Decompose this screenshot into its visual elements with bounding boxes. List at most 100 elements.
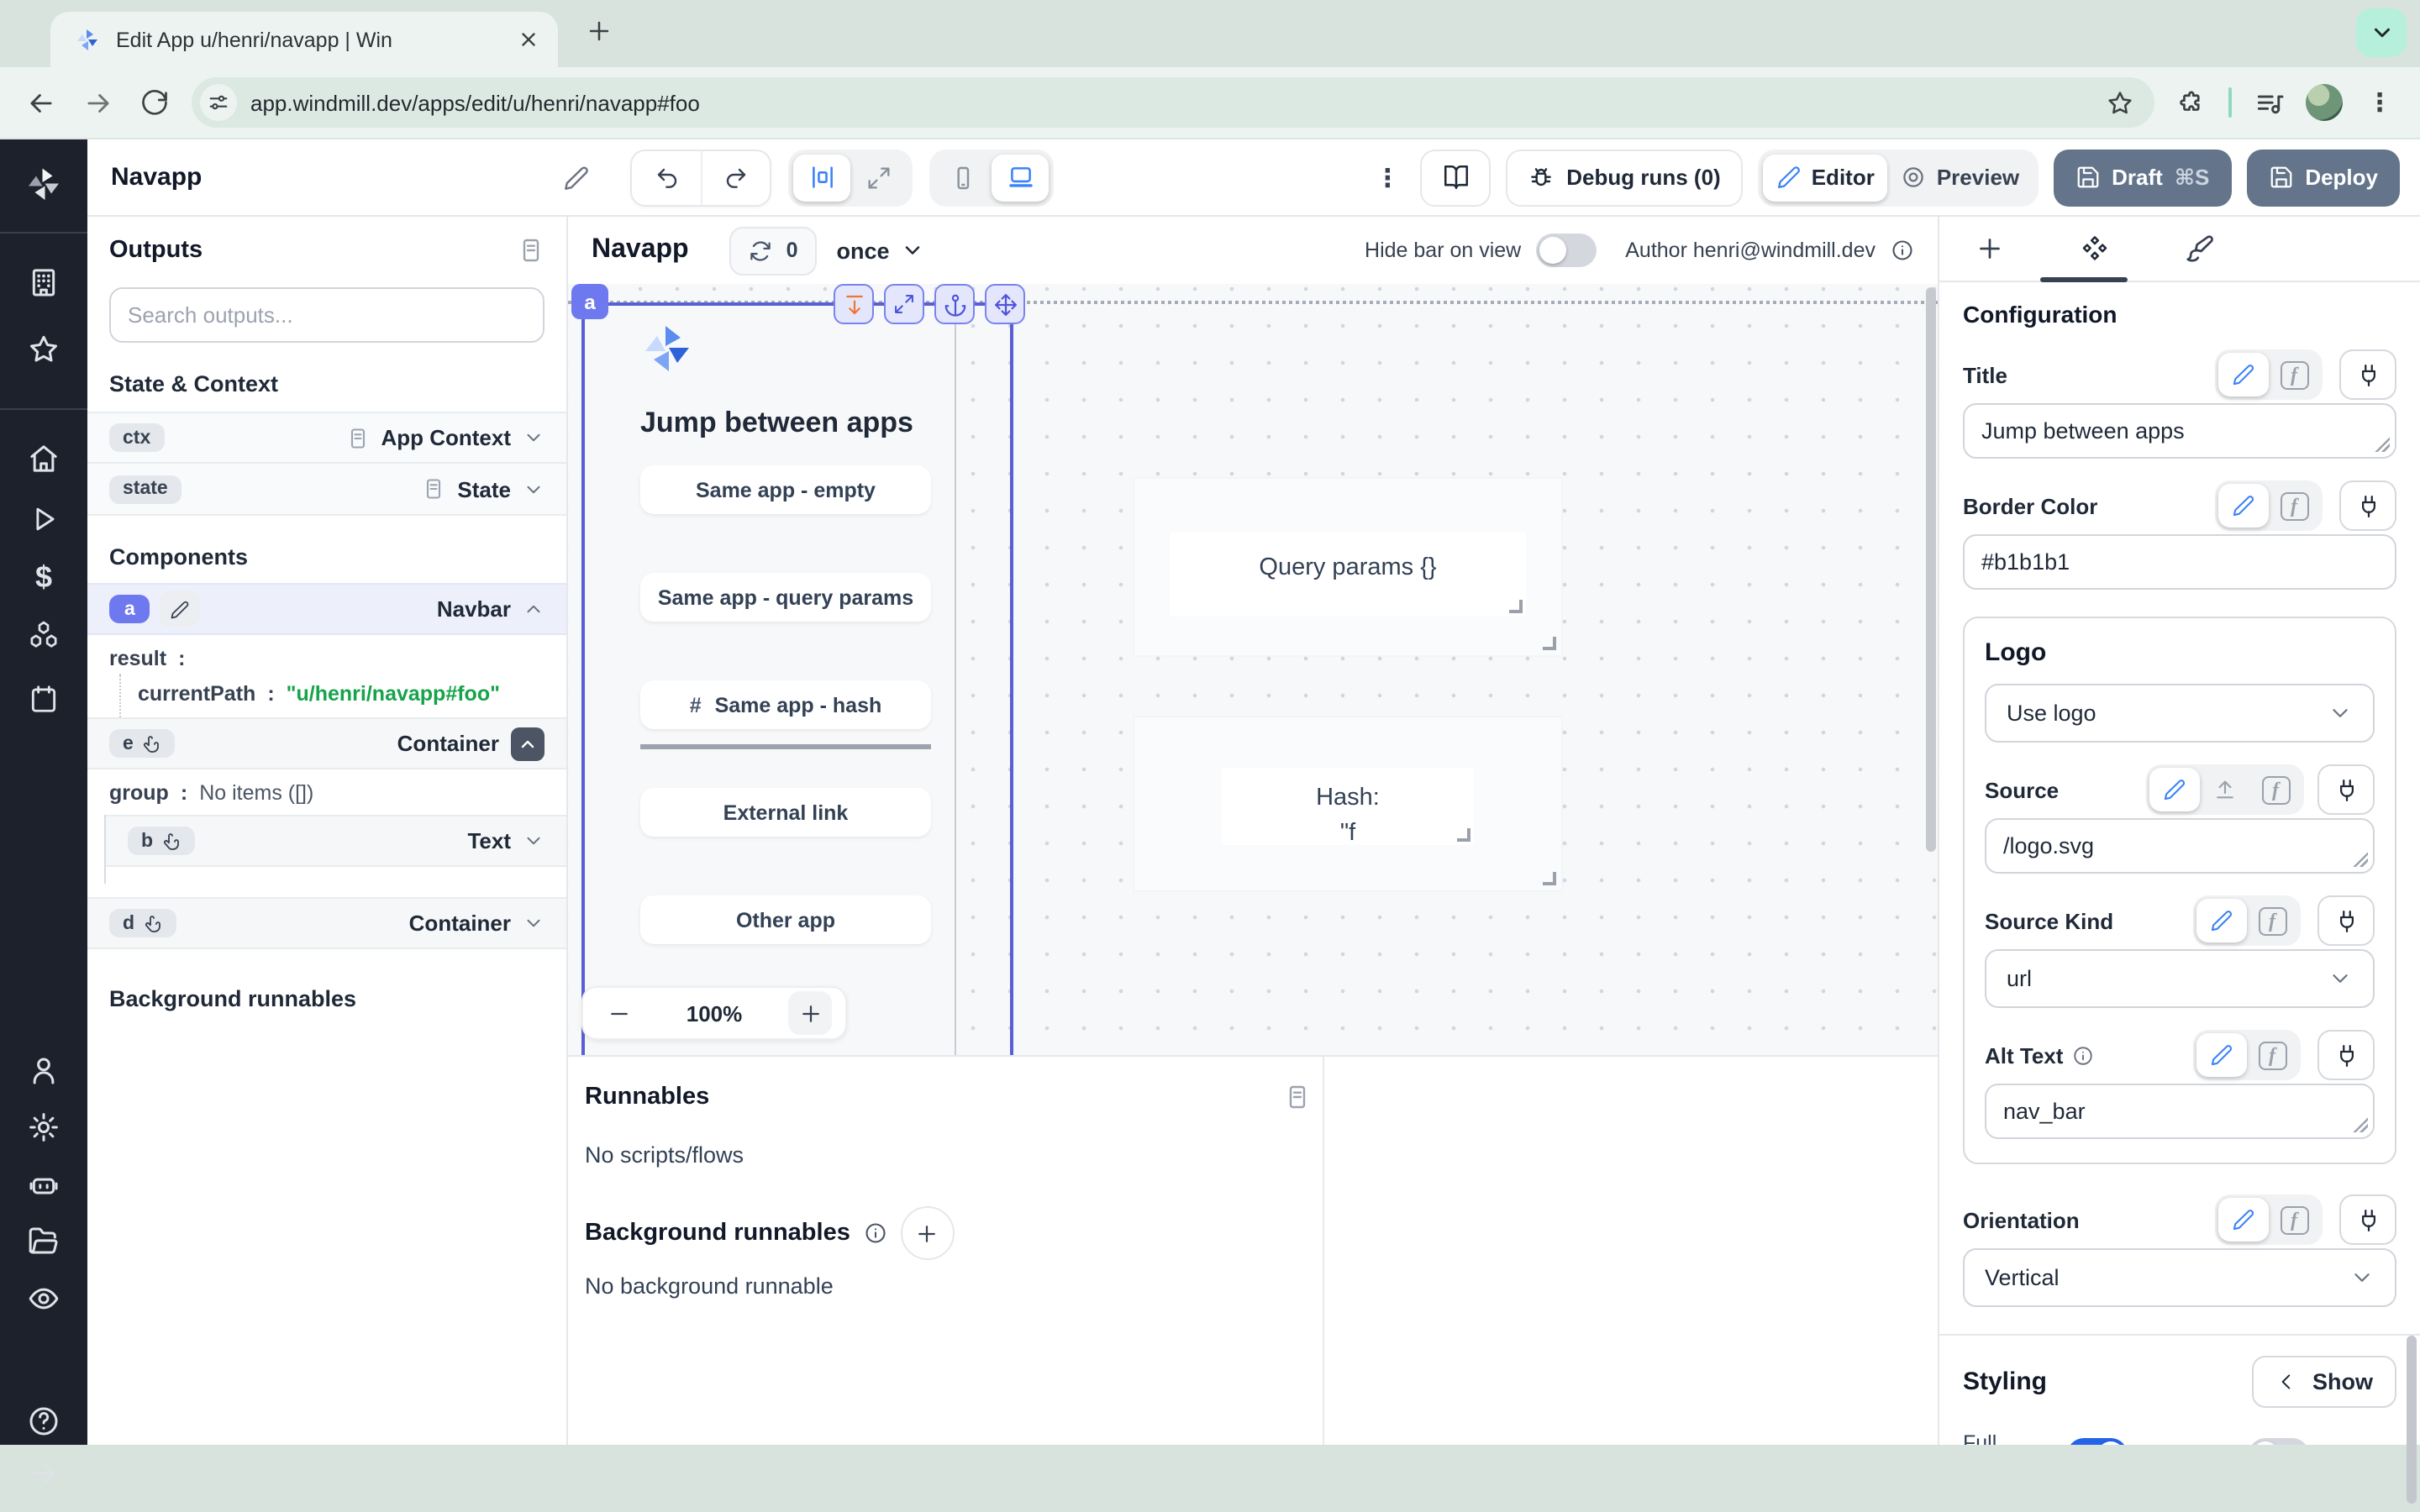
insert-component-tab[interactable] — [1975, 234, 2005, 264]
rail-workers-icon[interactable] — [27, 1168, 60, 1201]
preview-tab[interactable]: Preview — [1888, 154, 2033, 201]
rename-pencil-icon[interactable] — [563, 164, 590, 191]
docs-book-button[interactable] — [1420, 149, 1491, 206]
rail-runs-icon[interactable] — [28, 503, 60, 535]
nav-button-query-params[interactable]: Same app - query params — [640, 573, 931, 622]
ctx-row[interactable]: ctx App Context — [87, 412, 566, 464]
more-menu-icon[interactable]: ⋮ — [1375, 162, 1400, 192]
selected-component-badge[interactable]: a — [571, 284, 608, 319]
expression-mode-icon[interactable]: f — [2250, 768, 2301, 811]
desktop-view-button[interactable] — [992, 154, 1049, 201]
draft-button[interactable]: Draft ⌘S — [2053, 149, 2231, 206]
current-path-line[interactable]: currentPath : "u/henri/navapp#foo" — [119, 674, 566, 717]
resize-corner[interactable] — [1543, 637, 1556, 650]
rail-users-icon[interactable] — [27, 1053, 60, 1087]
chevron-down-icon[interactable] — [523, 478, 544, 500]
nav-button-hash[interactable]: # Same app - hash — [640, 680, 931, 729]
expression-mode-icon[interactable]: f — [2269, 1198, 2319, 1242]
full-height-toggle[interactable] — [2068, 1438, 2128, 1445]
rail-home-icon[interactable] — [27, 442, 60, 475]
window-chevron-button[interactable] — [2356, 8, 2407, 57]
mobile-toggle[interactable] — [2248, 1438, 2308, 1445]
source-input[interactable]: /logo.svg — [1985, 818, 2375, 874]
nav-button-external-link[interactable]: External link — [640, 788, 931, 837]
collapse-button[interactable] — [511, 727, 544, 760]
expression-mode-icon[interactable]: f — [2247, 899, 2297, 942]
back-icon[interactable] — [20, 82, 60, 123]
profile-avatar[interactable] — [2306, 84, 2343, 121]
media-playlist-icon[interactable] — [2249, 82, 2289, 123]
refresh-mode-dropdown[interactable]: once — [837, 238, 925, 263]
chevron-up-icon[interactable] — [523, 598, 544, 620]
connect-plug-button[interactable] — [2317, 764, 2375, 815]
group-line[interactable]: group : No items ([]) — [87, 769, 566, 815]
expression-mode-icon[interactable]: f — [2269, 484, 2319, 528]
rail-schedules-icon[interactable] — [28, 683, 60, 715]
expression-mode-icon[interactable]: f — [2247, 1033, 2297, 1077]
resize-corner[interactable] — [1457, 828, 1470, 842]
upload-mode-icon[interactable] — [2200, 768, 2250, 811]
tab-close-icon[interactable] — [514, 26, 541, 53]
anchor-icon[interactable] — [934, 284, 975, 324]
resize-corner[interactable] — [1509, 600, 1523, 613]
zoom-out-button[interactable] — [597, 991, 640, 1035]
connect-plug-button[interactable] — [2339, 349, 2396, 400]
border-color-input[interactable]: #b1b1b1 — [1963, 534, 2396, 590]
chevron-down-icon[interactable] — [523, 427, 544, 449]
rail-settings-icon[interactable] — [27, 1110, 60, 1144]
static-mode-pencil-icon[interactable] — [2218, 353, 2269, 396]
settings-scrollbar[interactable] — [2407, 1336, 2417, 1504]
extensions-icon[interactable] — [2171, 82, 2212, 123]
edit-id-pencil-icon[interactable] — [160, 591, 201, 627]
result-line[interactable]: result : — [87, 635, 566, 674]
static-mode-pencil-icon[interactable] — [2196, 1033, 2247, 1077]
rail-apps-icon[interactable] — [27, 265, 60, 299]
canvas-scrollbar[interactable] — [1926, 287, 1936, 852]
browser-tab[interactable]: Edit App u/henri/navapp | Win — [50, 12, 558, 67]
connect-plug-button[interactable] — [2317, 1030, 2375, 1080]
redo-button[interactable] — [701, 150, 770, 204]
navbar-component-preview[interactable]: Jump between apps Same app - empty Same … — [581, 302, 956, 1055]
fullscreen-layout-button[interactable] — [850, 154, 908, 201]
search-outputs-input[interactable] — [109, 287, 544, 343]
app-canvas[interactable]: Jump between apps Same app - empty Same … — [568, 284, 1938, 1055]
new-tab-button[interactable] — [585, 17, 613, 45]
chevron-down-icon[interactable] — [523, 830, 544, 852]
rail-collapse-icon[interactable] — [28, 1457, 60, 1489]
rail-variables-icon[interactable]: $ — [35, 560, 52, 596]
logo-select[interactable]: Use logo — [1985, 684, 2375, 743]
rail-folders-icon[interactable] — [27, 1225, 60, 1258]
component-settings-tab[interactable] — [2079, 233, 2111, 265]
show-styling-button[interactable]: Show — [2252, 1356, 2396, 1408]
chevron-down-icon[interactable] — [523, 912, 544, 934]
component-row-container-d[interactable]: d Container — [87, 897, 566, 949]
expand-component-icon[interactable] — [884, 284, 924, 324]
move-icon[interactable] — [985, 284, 1025, 324]
outputs-panel-icon[interactable] — [518, 237, 544, 264]
title-input[interactable]: Jump between apps — [1963, 403, 2396, 459]
zoom-in-button[interactable] — [788, 991, 832, 1035]
reload-icon[interactable] — [134, 82, 175, 123]
resize-corner[interactable] — [1543, 872, 1556, 885]
info-icon[interactable] — [1891, 239, 1914, 262]
address-bar[interactable]: app.windmill.dev/apps/edit/u/henri/navap… — [192, 77, 2154, 128]
hash-panel[interactable]: Hash: "f — [1134, 717, 1561, 890]
static-mode-pencil-icon[interactable] — [2149, 768, 2200, 811]
rail-favorites-icon[interactable] — [27, 333, 60, 366]
add-background-runnable-button[interactable] — [901, 1206, 955, 1260]
nav-button-empty[interactable]: Same app - empty — [640, 465, 931, 514]
windmill-logo[interactable] — [24, 165, 64, 205]
connect-plug-button[interactable] — [2339, 1194, 2396, 1245]
expression-mode-icon[interactable]: f — [2269, 353, 2319, 396]
forward-icon[interactable] — [77, 82, 118, 123]
component-row-container-e[interactable]: e Container — [87, 717, 566, 769]
editor-tab[interactable]: Editor — [1763, 154, 1888, 201]
refresh-count-button[interactable]: 0 — [729, 226, 817, 275]
rail-help-icon[interactable] — [27, 1404, 60, 1438]
static-mode-pencil-icon[interactable] — [2218, 1198, 2269, 1242]
connect-plug-button[interactable] — [2339, 480, 2396, 531]
component-row-text-b[interactable]: b Text — [106, 815, 566, 867]
bookmark-star-icon[interactable] — [2106, 88, 2134, 117]
orientation-select[interactable]: Vertical — [1963, 1248, 2396, 1307]
hide-bar-toggle[interactable] — [1536, 234, 1597, 267]
